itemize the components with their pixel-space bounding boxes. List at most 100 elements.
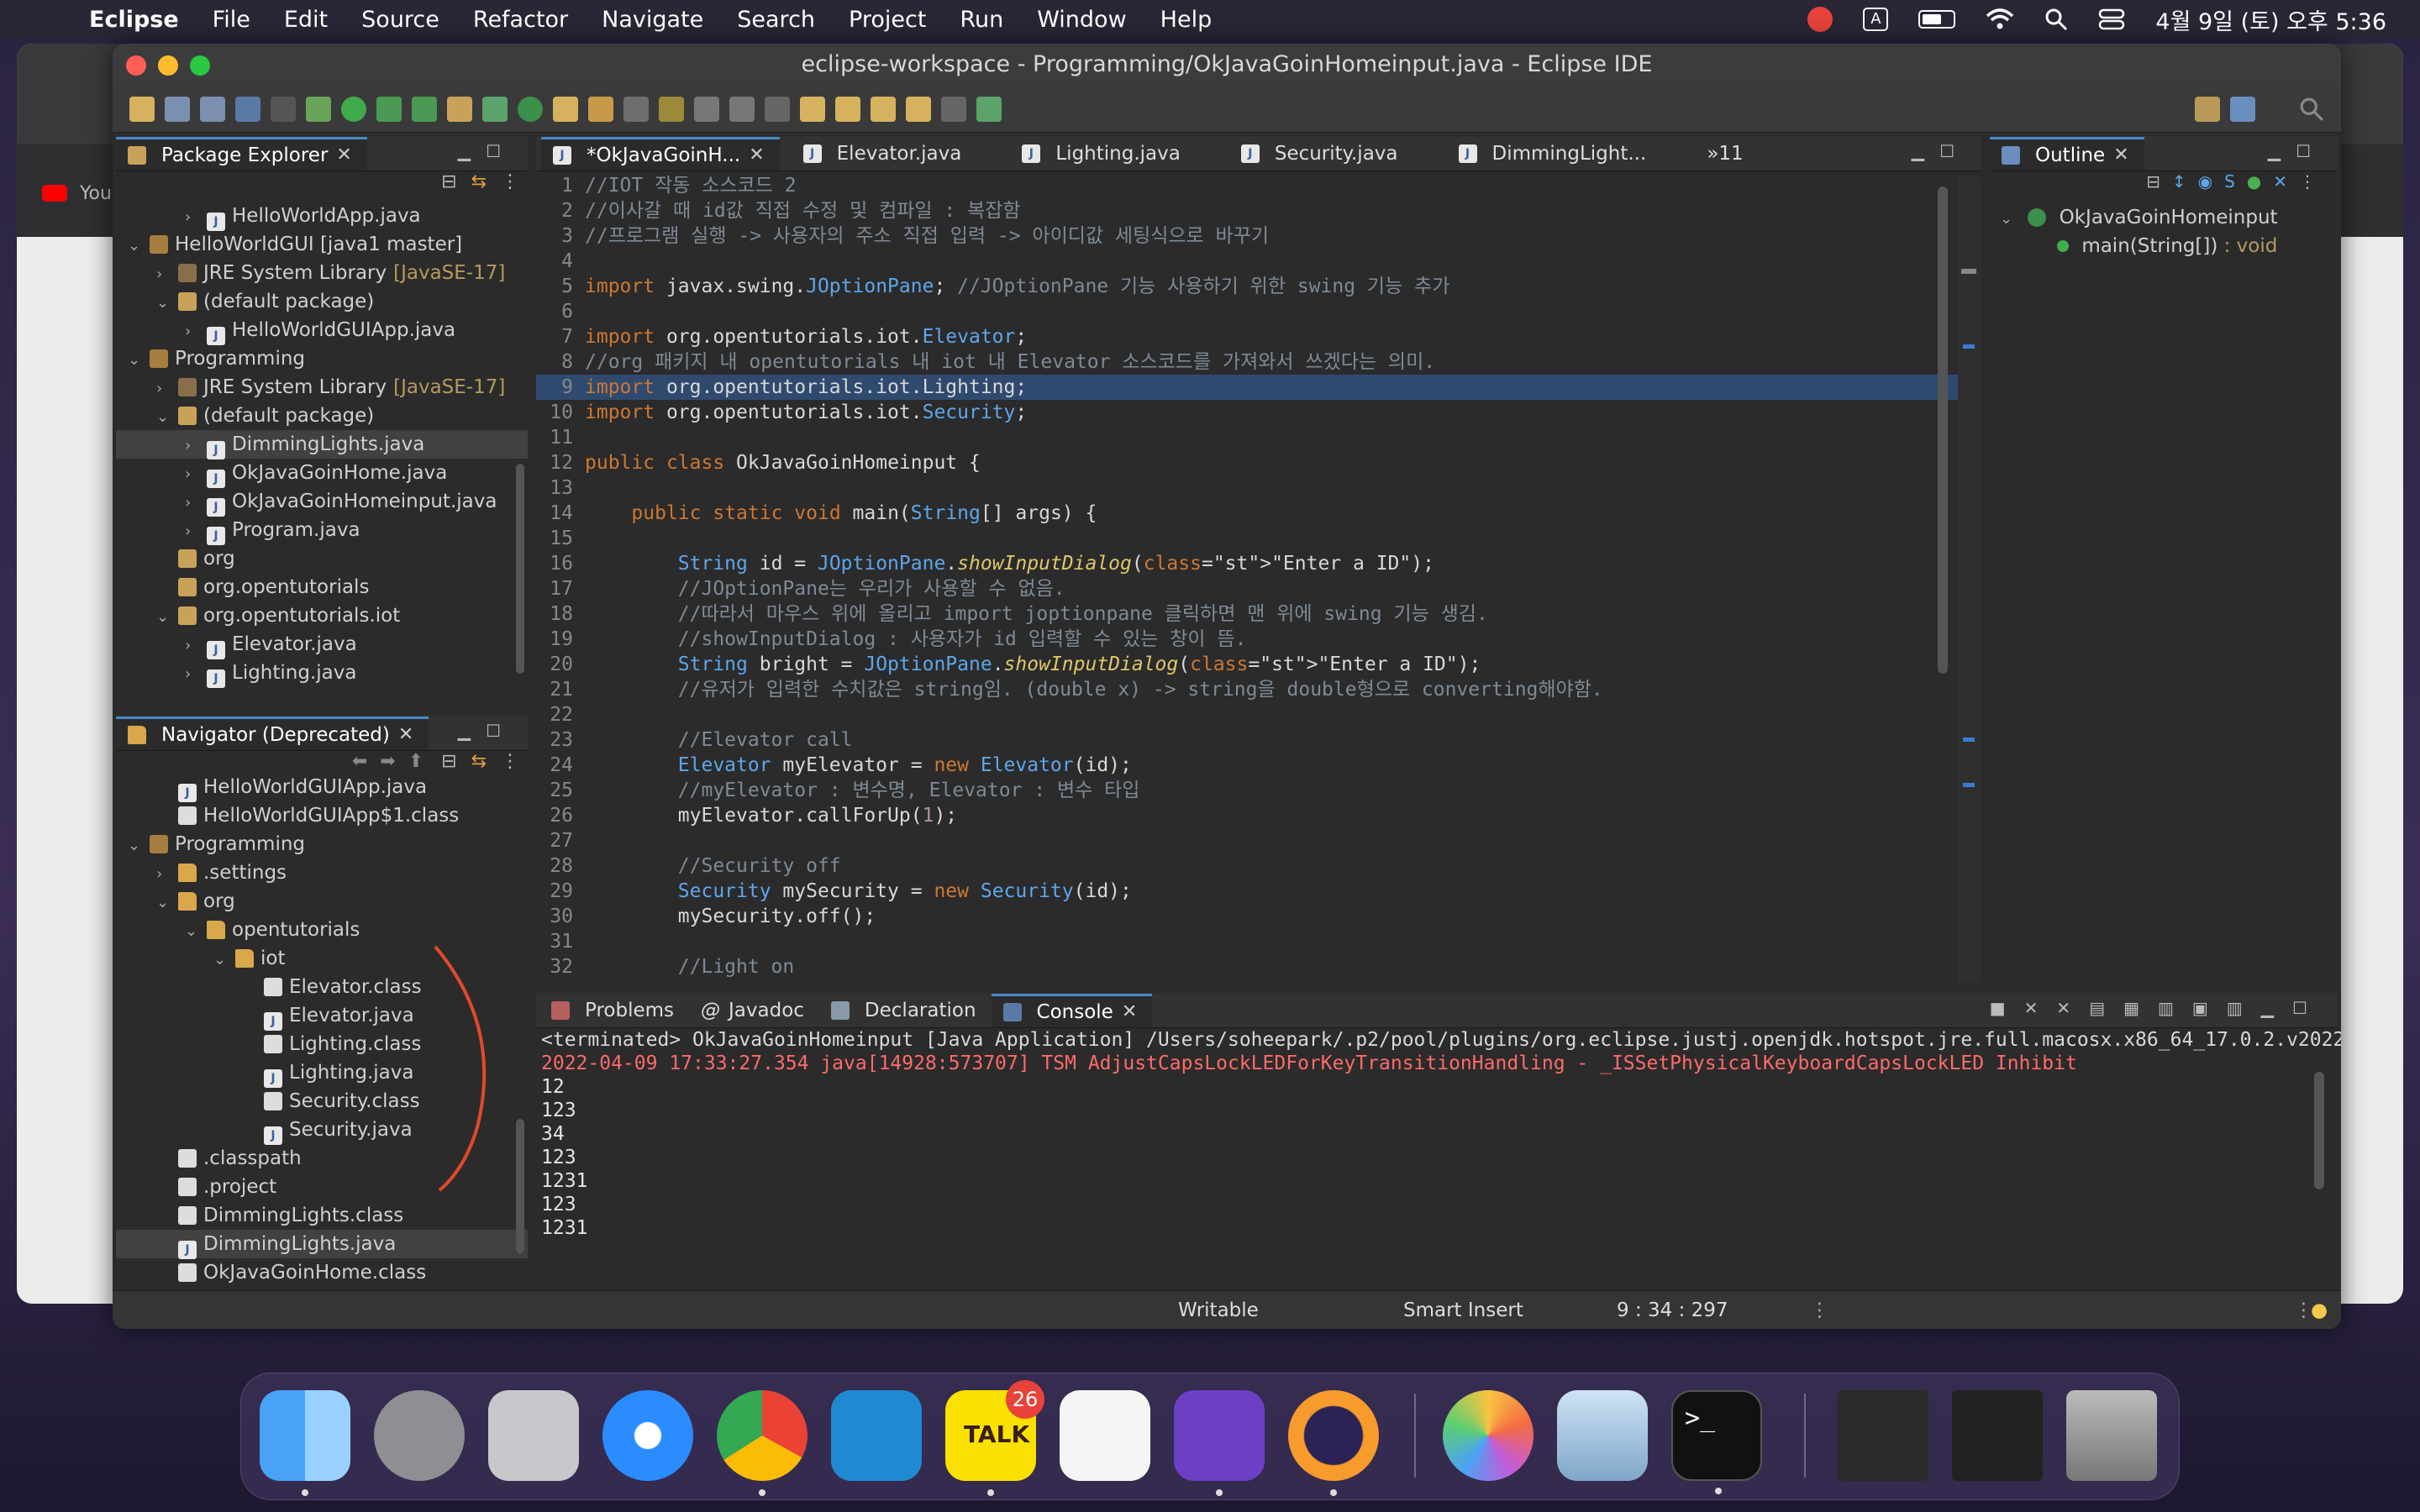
line-number[interactable]: 15: [536, 526, 585, 551]
line-number[interactable]: 12: [536, 450, 585, 475]
wifi-icon[interactable]: [1986, 8, 2014, 31]
maximize-window-button[interactable]: [190, 55, 210, 76]
line-number[interactable]: 4: [536, 249, 585, 274]
line-number[interactable]: 23: [536, 727, 585, 753]
line-number[interactable]: 19: [536, 627, 585, 652]
tree-row[interactable]: › J Lighting.java: [116, 659, 528, 688]
tree-row[interactable]: › J OkJavaGoinHomeinput.java: [116, 487, 528, 517]
tree-row[interactable]: ⌄ (default package): [116, 402, 528, 430]
input-source-indicator[interactable]: A: [1863, 8, 1889, 31]
menu-help[interactable]: Help: [1160, 7, 1213, 33]
safari-icon[interactable]: [602, 1390, 693, 1481]
chevron-down-icon[interactable]: ⌄: [156, 403, 178, 432]
tab-navigator[interactable]: Navigator (Deprecated) ✕: [116, 717, 429, 750]
line-number[interactable]: 17: [536, 576, 585, 601]
quick-access-search-icon[interactable]: [2299, 97, 2324, 122]
tree-row[interactable]: OkJavaGoinHome.class: [116, 1258, 528, 1287]
close-icon[interactable]: ✕: [2113, 139, 2128, 172]
collapse-all-icon[interactable]: ⊟: [2146, 171, 2172, 192]
view-menu-icon[interactable]: ⋮: [2299, 171, 2328, 192]
code-line[interactable]: 28 //Security off: [536, 853, 1981, 879]
visual-studio-icon[interactable]: [1174, 1390, 1265, 1496]
tip-lightbulb-icon[interactable]: ●: [2311, 1299, 2328, 1321]
tree-row[interactable]: ⌄ Programming: [116, 830, 528, 858]
finder-icon[interactable]: [260, 1390, 350, 1496]
chevron-down-icon[interactable]: ⌄: [156, 603, 178, 632]
java-perspective-icon[interactable]: [2230, 96, 2255, 122]
package-explorer-scrollbar[interactable]: [516, 464, 524, 674]
code-line[interactable]: 32 //Light on: [536, 954, 1981, 979]
textedit-icon[interactable]: [1060, 1390, 1150, 1481]
search-tool-icon[interactable]: [588, 96, 613, 122]
minimized-window-thumbnail[interactable]: [1838, 1390, 1928, 1481]
menu-run[interactable]: Run: [960, 7, 1003, 33]
show-whitespace-icon[interactable]: [765, 96, 790, 122]
code-line[interactable]: 9 import org.opentutorials.iot.Lighting;: [536, 375, 1981, 400]
tab-declaration[interactable]: Declaration: [819, 994, 992, 1027]
run-icon[interactable]: [341, 96, 366, 122]
tab-package-explorer[interactable]: Package Explorer ✕: [116, 137, 367, 171]
menu-refactor[interactable]: Refactor: [473, 7, 568, 33]
line-number[interactable]: 28: [536, 853, 585, 879]
new-class-icon[interactable]: [518, 96, 543, 122]
console-output[interactable]: <terminated> OkJavaGoinHomeinput [Java A…: [536, 1028, 2341, 1240]
line-number[interactable]: 1: [536, 173, 585, 198]
tab-outline[interactable]: Outline ✕: [1990, 137, 2144, 171]
hide-static-icon[interactable]: S: [2224, 171, 2247, 192]
line-number[interactable]: 29: [536, 879, 585, 904]
tree-row[interactable]: J DimmingLights.java: [116, 1230, 528, 1259]
next-annotation-icon[interactable]: [800, 96, 825, 122]
line-number[interactable]: 20: [536, 652, 585, 677]
code-line[interactable]: 17 //JOptionPane는 우리가 사용할 수 없음.: [536, 576, 1981, 601]
hide-local-types-icon[interactable]: ✕: [2273, 171, 2299, 192]
status-menu-icon[interactable]: ⋮: [1810, 1299, 1829, 1321]
menu-source[interactable]: Source: [361, 7, 439, 33]
code-line[interactable]: 26 myElevator.callForUp(1);: [536, 803, 1981, 828]
code-line[interactable]: 23 //Elevator call: [536, 727, 1981, 753]
view-menu-icon[interactable]: ⋮: [501, 171, 519, 192]
line-number[interactable]: 7: [536, 324, 585, 349]
chevron-right-icon[interactable]: ›: [185, 318, 207, 346]
youtube-icon[interactable]: [42, 185, 67, 202]
code-line[interactable]: 11: [536, 425, 1981, 450]
line-number[interactable]: 5: [536, 274, 585, 299]
menu-app-name[interactable]: Eclipse: [89, 7, 179, 33]
code-line[interactable]: 14 public static void main(String[] args…: [536, 501, 1981, 526]
line-number[interactable]: 22: [536, 702, 585, 727]
chevron-right-icon[interactable]: ›: [185, 432, 207, 460]
tab-console[interactable]: Console ✕: [991, 994, 1153, 1027]
chevron-down-icon[interactable]: ⌄: [128, 232, 150, 260]
link-with-editor-icon[interactable]: ⇆: [471, 751, 487, 772]
tree-row[interactable]: org: [116, 544, 528, 573]
editor-tab-security[interactable]: J Security.java: [1229, 137, 1413, 171]
chevron-down-icon[interactable]: ⌄: [156, 289, 178, 318]
code-line[interactable]: 8//org 패키지 내 opentutorials 내 iot 내 Eleva…: [536, 349, 1981, 375]
line-number[interactable]: 26: [536, 803, 585, 828]
line-number[interactable]: 11: [536, 425, 585, 450]
chevron-down-icon[interactable]: ⌄: [213, 946, 235, 974]
editor-tab-dimminglights[interactable]: J DimmingLight...: [1447, 137, 1662, 171]
view-menu-icon[interactable]: ⋮: [501, 751, 519, 772]
code-line[interactable]: 27: [536, 828, 1981, 853]
line-number[interactable]: 25: [536, 778, 585, 803]
forward-icon[interactable]: [941, 96, 966, 122]
terminal-icon[interactable]: [235, 96, 260, 122]
tree-row[interactable]: › JRE System Library [JavaSE-17]: [116, 373, 528, 402]
line-number[interactable]: 9: [536, 375, 585, 400]
new-java-package-icon[interactable]: [482, 96, 508, 122]
editor-tab-okjavagoinhomeinput[interactable]: J *OkJavaGoinH... ✕: [541, 137, 780, 171]
code-line[interactable]: 21 //유저가 입력한 수치값은 string임. (double x) ->…: [536, 677, 1981, 702]
menu-window[interactable]: Window: [1037, 7, 1126, 33]
tree-row[interactable]: › J DimmingLights.java: [116, 430, 528, 459]
chevron-down-icon[interactable]: ⌄: [128, 346, 150, 375]
navigator-scrollbar[interactable]: [516, 1119, 524, 1253]
close-icon[interactable]: ✕: [398, 718, 413, 752]
tree-row[interactable]: DimmingLights.class: [116, 1201, 528, 1230]
line-number[interactable]: 6: [536, 299, 585, 324]
line-number[interactable]: 18: [536, 601, 585, 627]
toggle-highlight-icon[interactable]: [659, 96, 684, 122]
menu-navigate[interactable]: Navigate: [602, 7, 703, 33]
chevron-right-icon[interactable]: ›: [185, 489, 207, 517]
code-line[interactable]: 13: [536, 475, 1981, 501]
code-line[interactable]: 24 Elevator myElevator = new Elevator(id…: [536, 753, 1981, 778]
